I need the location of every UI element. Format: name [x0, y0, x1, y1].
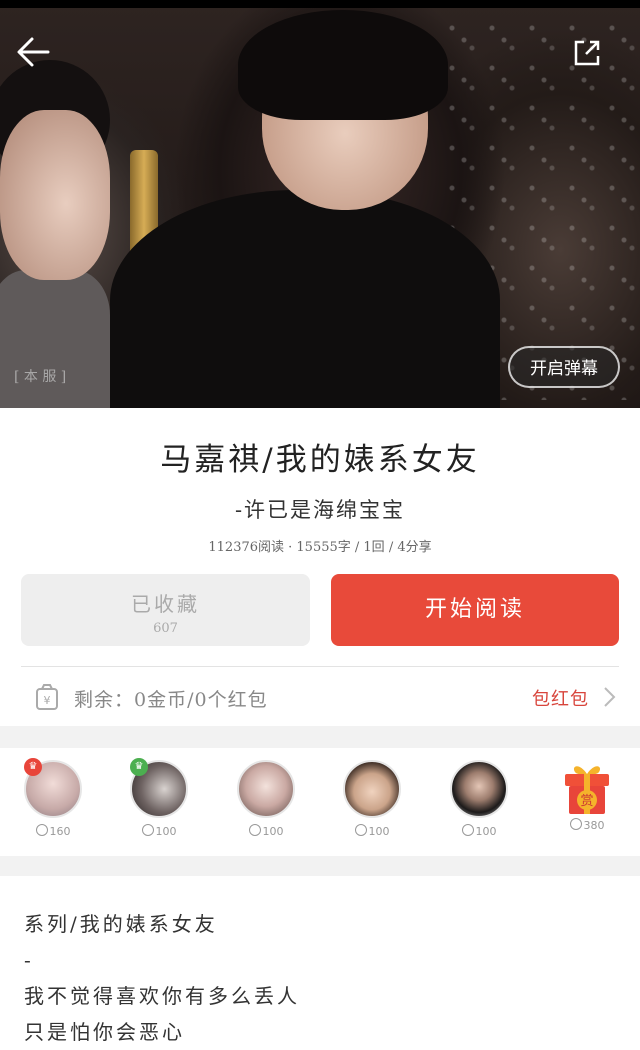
back-button[interactable] — [14, 32, 54, 72]
coin-icon — [141, 824, 154, 836]
supporter-coins: 100 — [444, 824, 514, 838]
chevron-right-icon[interactable] — [602, 686, 616, 708]
coin-amount: 100 — [368, 825, 390, 838]
main-person-hair — [238, 10, 448, 120]
divider — [21, 666, 619, 667]
collected-count: 607 — [153, 621, 178, 636]
side-person-face — [0, 110, 110, 280]
section-gap — [0, 856, 640, 876]
coin-icon — [248, 824, 261, 836]
gift-coins: 380 — [552, 818, 622, 832]
story-line: 只是怕你会恶心 — [24, 1020, 185, 1044]
side-person-body — [0, 270, 110, 408]
supporter-coins: 100 — [124, 824, 194, 838]
supporter-coins: 100 — [337, 824, 407, 838]
avatar — [343, 760, 401, 818]
coin-icon — [35, 824, 48, 836]
supporter-item[interactable]: 100 — [231, 760, 301, 838]
avatar: ♛ — [130, 758, 188, 818]
coin-icon — [569, 818, 582, 830]
coin-amount: 100 — [475, 825, 497, 838]
reward-gift-button[interactable]: 赏 380 — [552, 760, 622, 832]
supporter-item[interactable]: 100 — [337, 760, 407, 838]
cover-image: [ 本 服 ] 开启弹幕 — [0, 0, 640, 408]
give-redpacket-link[interactable]: 包红包 — [532, 685, 589, 711]
coin-amount: 100 — [262, 825, 284, 838]
coin-amount: 380 — [583, 819, 605, 832]
crown-badge-icon: ♛ — [130, 758, 148, 776]
story-preview: 系列/我的婊系女友 - 我不觉得喜欢你有多么丢人 只是怕你会恶心 — [24, 906, 614, 1050]
gift-box-icon: 赏 — [565, 766, 609, 814]
coin-amount: 100 — [155, 825, 177, 838]
collected-label: 已收藏 — [131, 592, 200, 616]
redpacket-remaining: 剩余：0金币/0个红包 — [74, 689, 268, 711]
supporter-item[interactable]: ♛ 160 — [18, 758, 88, 838]
story-line: 我不觉得喜欢你有多么丢人 — [24, 984, 300, 1008]
gift-label: 赏 — [580, 794, 593, 809]
supporter-item[interactable]: 100 — [444, 760, 514, 838]
svg-text:¥: ¥ — [44, 694, 51, 707]
book-stats: 112376阅读 · 15555字 / 1回 / 4分享 — [208, 540, 432, 555]
supporter-coins: 100 — [231, 824, 301, 838]
crown-badge-icon: ♛ — [24, 758, 42, 776]
book-title: 马嘉祺/我的婊系女友 — [160, 442, 480, 478]
coin-amount: 160 — [49, 825, 71, 838]
supporter-item[interactable]: ♛ 100 — [124, 758, 194, 838]
section-gap — [0, 726, 640, 748]
status-strip — [0, 0, 640, 8]
coin-icon — [461, 824, 474, 836]
share-button[interactable] — [572, 38, 602, 68]
main-person-body — [110, 190, 500, 408]
arrow-left-icon — [17, 37, 50, 67]
avatar — [450, 760, 508, 818]
avatar — [237, 760, 295, 818]
avatar: ♛ — [24, 758, 82, 818]
money-bag-icon: ¥ — [36, 684, 58, 710]
coin-icon — [354, 824, 367, 836]
danmaku-toggle-button[interactable]: 开启弹幕 — [508, 346, 620, 388]
cover-watermark: [ 本 服 ] — [14, 369, 67, 385]
supporters-row: ♛ 160 ♛ 100 100 100 100 赏 380 — [0, 748, 640, 856]
start-reading-button[interactable]: 开始阅读 — [331, 574, 619, 646]
story-line: - — [24, 948, 34, 972]
supporter-coins: 160 — [18, 824, 88, 838]
collected-button[interactable]: 已收藏 607 — [21, 574, 310, 646]
book-author[interactable]: -许已是海绵宝宝 — [0, 494, 640, 524]
share-external-icon — [574, 40, 600, 66]
story-line: 系列/我的婊系女友 — [24, 912, 218, 936]
gift-icon: 赏 — [561, 760, 613, 814]
